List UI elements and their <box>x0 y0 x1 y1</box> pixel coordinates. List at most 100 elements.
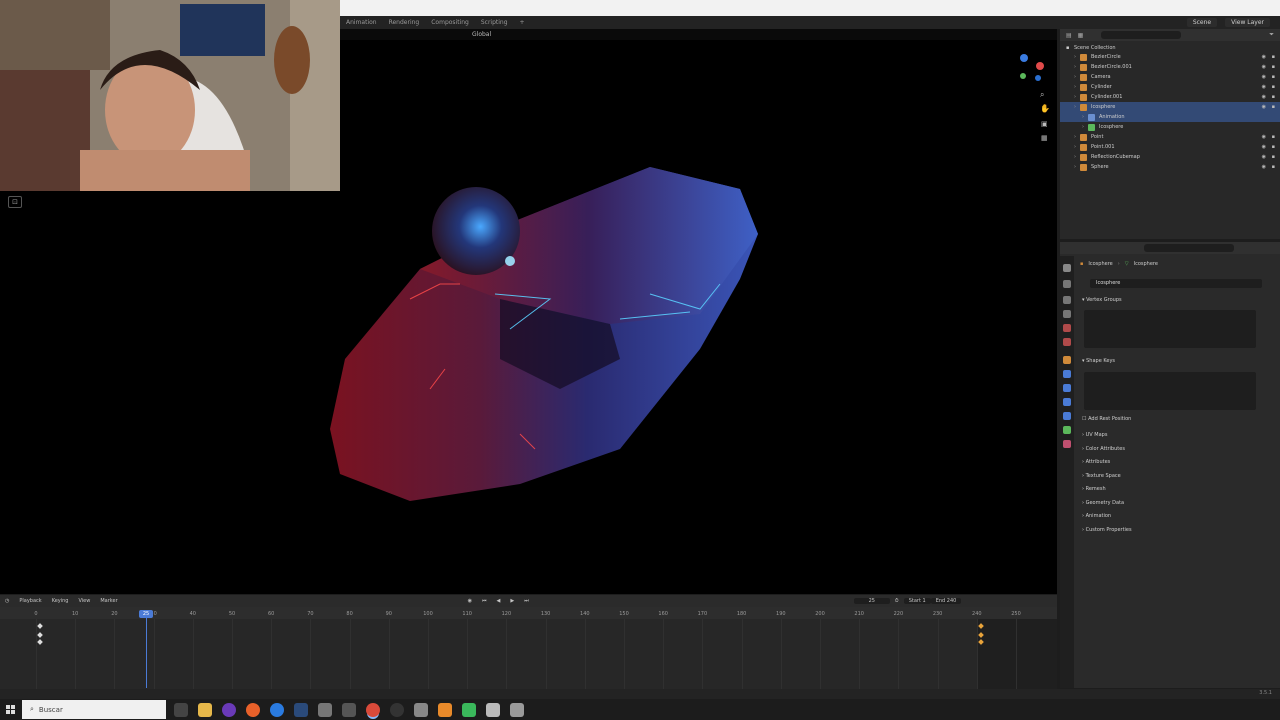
blender-icon[interactable] <box>438 702 452 717</box>
render-camera-icon[interactable]: ▪ <box>1272 94 1275 100</box>
hand-pan-icon[interactable]: ✋ <box>1040 104 1050 113</box>
outliner-item[interactable]: › Cylinder.001 ◉ ▪ <box>1060 92 1280 102</box>
chrome-icon[interactable] <box>366 702 380 717</box>
end-frame-field[interactable]: End 240 <box>930 598 962 604</box>
transform-orientation-dropdown[interactable]: Global <box>466 31 497 38</box>
record-icon[interactable]: ◉ <box>463 598 477 604</box>
visibility-eye-icon[interactable]: ◉ <box>1262 54 1266 60</box>
app-gray-icon[interactable] <box>510 702 524 717</box>
modifiers-tab-icon[interactable] <box>1063 370 1071 378</box>
jump-start-icon[interactable]: ⏮ <box>477 598 492 604</box>
steam-icon[interactable] <box>294 702 308 717</box>
texture-space-panel-header[interactable]: › Texture Space <box>1082 473 1121 479</box>
file-explorer-icon[interactable] <box>198 702 212 717</box>
add-workspace-button[interactable]: + <box>514 19 531 26</box>
windows-start-button[interactable] <box>0 699 22 720</box>
render-tab-icon[interactable] <box>1063 280 1071 288</box>
view-layer-tab-icon[interactable] <box>1063 310 1071 318</box>
attributes-panel-header[interactable]: › Attributes <box>1082 459 1110 465</box>
perspective-toggle-icon[interactable]: ▦ <box>1041 134 1048 142</box>
current-frame-field[interactable]: 25 <box>853 598 890 604</box>
tool-tab-icon[interactable] <box>1063 264 1071 272</box>
keying-menu[interactable]: Keying <box>47 598 74 604</box>
obs-icon[interactable] <box>222 702 236 717</box>
object-data-tab-icon[interactable] <box>1063 426 1071 434</box>
filter-icon[interactable]: ⏷ <box>1269 31 1274 39</box>
outliner-search-input[interactable] <box>1101 31 1182 39</box>
tab-rendering[interactable]: Rendering <box>383 19 426 26</box>
physics-tab-icon[interactable] <box>1063 398 1071 406</box>
render-camera-icon[interactable]: ▪ <box>1272 134 1275 140</box>
mesh-name-field[interactable]: Icosphere <box>1090 279 1262 288</box>
shape-keys-list[interactable] <box>1084 372 1256 410</box>
vertex-groups-panel-header[interactable]: ▾ Vertex Groups <box>1082 297 1122 303</box>
render-camera-icon[interactable]: ▪ <box>1272 164 1275 170</box>
object-tab-icon[interactable] <box>1063 356 1071 364</box>
outliner-item[interactable]: › Sphere ◉ ▪ <box>1060 162 1280 172</box>
render-camera-icon[interactable]: ▪ <box>1272 64 1275 70</box>
geometry-data-panel-header[interactable]: › Geometry Data <box>1082 500 1124 506</box>
toolbar-toggle-icon[interactable]: ⊡ <box>8 196 22 208</box>
outliner-item[interactable]: › Animation <box>1060 112 1280 122</box>
start-frame-field[interactable]: Start 1 <box>903 598 931 604</box>
particles-tab-icon[interactable] <box>1063 384 1071 392</box>
navigation-gizmo[interactable] <box>1018 52 1048 82</box>
outliner-item[interactable]: › Icosphere <box>1060 122 1280 132</box>
outliner-item[interactable]: › Point.001 ◉ ▪ <box>1060 142 1280 152</box>
scene-tab-icon[interactable] <box>1063 324 1071 332</box>
render-camera-icon[interactable]: ▪ <box>1272 144 1275 150</box>
app-green-icon[interactable] <box>462 702 476 717</box>
playhead[interactable] <box>146 612 147 688</box>
play-reverse-icon[interactable]: ◀ <box>492 598 506 604</box>
visibility-eye-icon[interactable]: ◉ <box>1262 154 1266 160</box>
browser-icon[interactable] <box>270 702 284 717</box>
editor-type-icon[interactable]: ▤ <box>1066 32 1072 39</box>
world-tab-icon[interactable] <box>1063 338 1071 346</box>
tab-compositing[interactable]: Compositing <box>425 19 475 26</box>
shape-keys-panel-header[interactable]: ▾ Shape Keys <box>1082 358 1115 364</box>
tab-scripting[interactable]: Scripting <box>475 19 514 26</box>
visibility-eye-icon[interactable]: ◉ <box>1262 104 1266 110</box>
material-tab-icon[interactable] <box>1063 440 1071 448</box>
output-tab-icon[interactable] <box>1063 296 1071 304</box>
visibility-eye-icon[interactable]: ◉ <box>1262 64 1266 70</box>
display-mode-icon[interactable]: ▦ <box>1078 32 1084 39</box>
outliner-item[interactable]: › Point ◉ ▪ <box>1060 132 1280 142</box>
playback-menu[interactable]: Playback <box>14 598 46 604</box>
scene-selector[interactable]: Scene <box>1186 18 1218 27</box>
view-layer-selector[interactable]: View Layer <box>1225 18 1270 27</box>
outliner-item[interactable]: › Cylinder ◉ ▪ <box>1060 82 1280 92</box>
zoom-icon[interactable]: ⌕ <box>1040 90 1044 100</box>
outliner-item[interactable]: › ReflectionCubemap ◉ ▪ <box>1060 152 1280 162</box>
app-white-icon[interactable] <box>486 702 500 717</box>
vertex-groups-list[interactable] <box>1084 310 1256 348</box>
uv-maps-panel-header[interactable]: › UV Maps <box>1082 432 1107 438</box>
render-camera-icon[interactable]: ▪ <box>1272 54 1275 60</box>
outliner-item[interactable]: › BezierCircle.001 ◉ ▪ <box>1060 62 1280 72</box>
visibility-eye-icon[interactable]: ◉ <box>1262 84 1266 90</box>
firefox-icon[interactable] <box>246 702 260 717</box>
visibility-eye-icon[interactable]: ◉ <box>1262 144 1266 150</box>
jump-end-icon[interactable]: ⏭ <box>519 598 534 604</box>
clock-icon[interactable]: ⏱ <box>890 598 904 604</box>
color-attributes-panel-header[interactable]: › Color Attributes <box>1082 446 1125 452</box>
task-view-icon[interactable] <box>174 702 188 717</box>
constraints-tab-icon[interactable] <box>1063 412 1071 420</box>
unity-icon[interactable] <box>414 702 428 717</box>
github-icon[interactable] <box>390 702 404 717</box>
visibility-eye-icon[interactable]: ◉ <box>1262 74 1266 80</box>
animation-panel-header[interactable]: › Animation <box>1082 513 1111 519</box>
shield-app-icon[interactable] <box>318 702 332 717</box>
taskbar-search-input[interactable]: ⌕ Buscar <box>22 700 166 719</box>
remesh-panel-header[interactable]: › Remesh <box>1082 486 1106 492</box>
marker-menu[interactable]: Marker <box>95 598 122 604</box>
visibility-eye-icon[interactable]: ◉ <box>1262 164 1266 170</box>
render-camera-icon[interactable]: ▪ <box>1272 84 1275 90</box>
visibility-eye-icon[interactable]: ◉ <box>1262 94 1266 100</box>
camera-view-icon[interactable]: ▣ <box>1041 120 1048 128</box>
outliner-item[interactable]: › Icosphere ◉ ▪ <box>1060 102 1280 112</box>
visibility-eye-icon[interactable]: ◉ <box>1262 134 1266 140</box>
custom-properties-panel-header[interactable]: › Custom Properties <box>1082 527 1132 533</box>
editor-type-icon[interactable]: ◷ <box>0 598 14 604</box>
view-menu[interactable]: View <box>73 598 95 604</box>
